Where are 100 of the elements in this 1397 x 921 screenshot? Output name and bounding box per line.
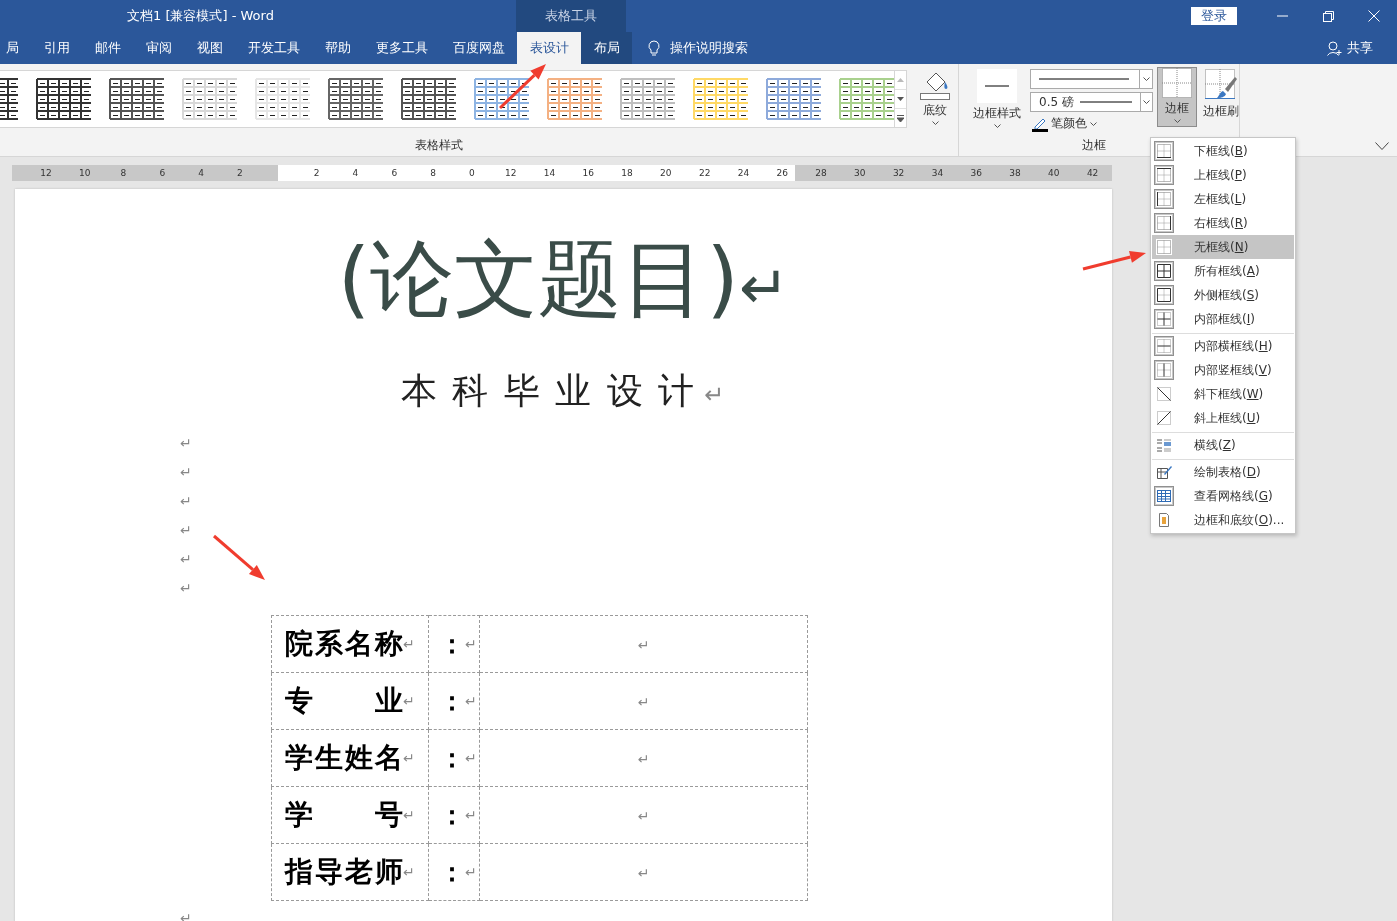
- table-style-thumbnail[interactable]: [839, 78, 894, 120]
- border-styles-button[interactable]: 边框样式: [969, 69, 1025, 128]
- caret-icon: [931, 121, 939, 125]
- shading-button[interactable]: 底纹: [915, 68, 955, 125]
- table-style-thumbnail[interactable]: [109, 78, 164, 120]
- close-icon[interactable]: [1368, 10, 1380, 22]
- ribbon-tab[interactable]: 布局: [581, 32, 632, 64]
- table-style-thumbnail[interactable]: [620, 78, 675, 120]
- ribbon-tab[interactable]: 邮件: [82, 32, 133, 64]
- ruler-number: 20: [659, 168, 673, 178]
- sign-in-button[interactable]: 登录: [1191, 7, 1237, 25]
- collapse-ribbon-icon[interactable]: [1375, 142, 1389, 150]
- table-style-thumbnail[interactable]: [36, 78, 91, 120]
- scroll-down-icon[interactable]: [897, 97, 904, 101]
- ribbon-tab[interactable]: 帮助: [312, 32, 363, 64]
- paragraph-mark: ↵: [180, 550, 192, 567]
- menu-item[interactable]: 内部横框线(H): [1152, 333, 1294, 358]
- ribbon-tab[interactable]: 百度网盘: [440, 32, 517, 64]
- table-style-thumbnail[interactable]: [182, 78, 237, 120]
- menu-item[interactable]: 斜下框线(W): [1152, 382, 1294, 406]
- table-style-thumbnail[interactable]: [693, 78, 748, 120]
- border-painter-icon: [1205, 69, 1237, 101]
- paragraph-mark: ↵: [637, 693, 650, 710]
- ruler-number: 4: [197, 168, 205, 178]
- table-style-thumbnail[interactable]: [547, 78, 602, 120]
- table-style-thumbnail[interactable]: [255, 78, 310, 120]
- paragraph-mark: ↵: [465, 863, 477, 880]
- ruler-number: 2: [236, 168, 244, 178]
- restore-icon[interactable]: [1322, 10, 1334, 22]
- ribbon-tab[interactable]: 更多工具: [363, 32, 440, 64]
- lightbulb-icon[interactable]: [648, 40, 660, 56]
- context-tab-header: 表格工具: [516, 0, 626, 32]
- ruler-number: 26: [775, 168, 789, 178]
- field-label: 学 号: [285, 797, 403, 833]
- menu-item[interactable]: 内部框线(I): [1152, 307, 1294, 331]
- paragraph-mark: ↵: [739, 251, 790, 324]
- ribbon-tab[interactable]: 局: [0, 32, 31, 64]
- paragraph-mark: ↵: [465, 806, 477, 823]
- menu-item[interactable]: 边框和底纹(O)...: [1152, 508, 1294, 532]
- share-button[interactable]: 共享: [1327, 32, 1373, 64]
- more-icon[interactable]: [897, 114, 904, 122]
- menu-item[interactable]: 外侧框线(S): [1152, 283, 1294, 307]
- minimize-icon[interactable]: [1276, 15, 1288, 17]
- paragraph-mark: ↵: [465, 635, 477, 652]
- ribbon-tab[interactable]: 表设计: [517, 32, 581, 64]
- menu-item[interactable]: 左框线(L): [1152, 187, 1294, 211]
- paragraph-mark: ↵: [465, 749, 477, 766]
- ruler-number: 34: [930, 168, 945, 178]
- paragraph-mark: ↵: [180, 434, 192, 451]
- borders-button[interactable]: 边框: [1157, 67, 1197, 127]
- ruler-number: 8: [119, 168, 128, 178]
- menu-item[interactable]: 右框线(R): [1152, 211, 1294, 235]
- ruler-number: 16: [581, 168, 595, 178]
- menu-item[interactable]: 横线(Z): [1152, 432, 1294, 457]
- paragraph-mark: ↵: [704, 381, 727, 409]
- paragraph-mark: ↵: [180, 463, 192, 480]
- ruler-number: 22: [697, 168, 712, 178]
- ruler-number: 28: [814, 168, 828, 178]
- group-label: 边框: [1082, 138, 1106, 152]
- field-label: 指导老师: [285, 854, 403, 890]
- menu-item[interactable]: 上框线(P): [1152, 163, 1294, 187]
- paragraph-mark: ↵: [403, 863, 415, 880]
- table-style-thumbnail[interactable]: [401, 78, 456, 120]
- annotation-arrow: [498, 64, 546, 110]
- border-painter-button[interactable]: 边框刷: [1199, 69, 1243, 120]
- tell-me-search[interactable]: 操作说明搜索: [670, 39, 748, 57]
- table-style-thumbnail[interactable]: [474, 78, 529, 120]
- menu-item[interactable]: 查看网格线(G): [1152, 484, 1294, 508]
- caret-icon: [1173, 119, 1181, 123]
- line-style-dropdown[interactable]: [1030, 69, 1153, 89]
- menu-item[interactable]: 下框线(B): [1152, 139, 1294, 163]
- menu-item[interactable]: 无框线(N): [1152, 235, 1294, 259]
- table-style-thumbnail[interactable]: [766, 78, 821, 120]
- menu-item[interactable]: 所有框线(A): [1152, 259, 1294, 283]
- caret-icon: [1142, 100, 1150, 104]
- ribbon-tab[interactable]: 视图: [184, 32, 235, 64]
- ribbon-tab[interactable]: 引用: [31, 32, 82, 64]
- menu-item[interactable]: 内部竖框线(V): [1152, 358, 1294, 382]
- paragraph-mark: ↵: [637, 864, 650, 881]
- caret-icon: [993, 124, 1001, 128]
- colon-text: ：: [439, 742, 465, 773]
- ruler-number: 6: [390, 168, 399, 178]
- ruler-number: 6: [158, 168, 167, 178]
- annotation-arrow: [1082, 251, 1146, 271]
- paragraph-mark: ↵: [403, 806, 415, 823]
- ruler-number: 24: [736, 168, 751, 178]
- paragraph-mark: ↵: [180, 492, 192, 509]
- line-weight-dropdown[interactable]: 0.5 磅: [1030, 92, 1153, 112]
- ribbon-tab[interactable]: 审阅: [133, 32, 184, 64]
- paragraph-mark: ↵: [403, 692, 415, 709]
- paragraph-mark: ↵: [637, 750, 650, 767]
- table-style-thumbnail[interactable]: [328, 78, 383, 120]
- paragraph-mark: ↵: [637, 636, 650, 653]
- person-add-icon: [1327, 40, 1343, 56]
- ribbon-tab[interactable]: 开发工具: [235, 32, 312, 64]
- caret-icon: [1142, 77, 1150, 81]
- paragraph-mark: ↵: [403, 749, 415, 766]
- pen-color-button[interactable]: 笔颜色: [1032, 115, 1153, 132]
- menu-item[interactable]: 斜上框线(U): [1152, 406, 1294, 430]
- menu-item[interactable]: 绘制表格(D): [1152, 459, 1294, 484]
